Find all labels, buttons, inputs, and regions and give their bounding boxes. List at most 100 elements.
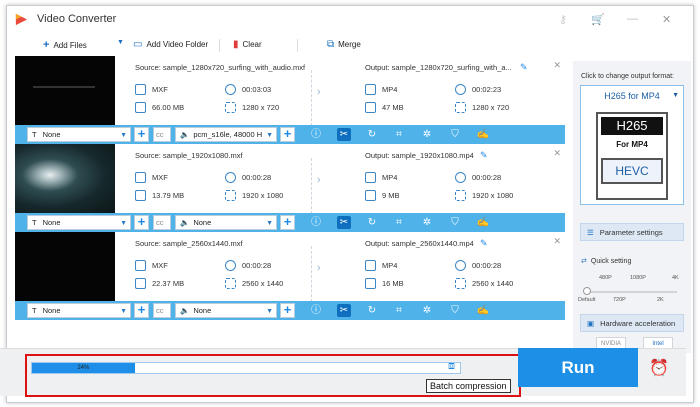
subtitle-select[interactable]: T None ▼ [27,303,131,318]
chevron-down-icon: ▼ [120,132,127,139]
subtitle-select[interactable]: T None ▼ [27,215,131,230]
edit-icon[interactable]: ✍ [476,128,490,141]
format-icon [365,260,376,271]
rotate-icon[interactable]: ↻ [365,128,379,141]
chevron-down-icon: ▼ [120,220,127,227]
storage-icon [365,102,376,113]
edit-icon[interactable]: ✍ [476,216,490,229]
cc-button[interactable]: cc [153,303,171,318]
edit-toolbar: T None ▼ + cc 🔈 None ▼ + ⓘ ✂ ↻ ⌗ ✲ ⛉ ✍ [15,213,565,232]
add-audio-button[interactable]: + [280,303,295,318]
format-card-container: For MP4 [616,140,648,149]
crop-icon[interactable]: ⌗ [392,216,406,229]
watermark-icon[interactable]: ⛉ [448,128,462,141]
source-filename: Source: sample_1920x1080.mxf [135,151,243,160]
clock-icon [225,260,236,271]
audio-select[interactable]: 🔈 pcm_s16le, 48000 H ▼ [175,127,277,142]
scissors-icon[interactable]: ✂ [337,216,351,229]
video-thumbnail[interactable] [15,56,115,125]
parameter-settings-button[interactable]: ☰ Parameter settings [580,223,684,241]
output-format-selector[interactable]: H265 for MP4 ▼ H265 For MP4 HEVC [580,85,684,205]
quality-slider-track[interactable] [585,291,677,293]
effects-icon[interactable]: ✲ [420,128,434,141]
cc-button[interactable]: cc [153,127,171,142]
crop-icon[interactable]: ⌗ [392,128,406,141]
source-duration: 00:00:28 [225,260,271,271]
edit-pencil-icon[interactable]: ✎ [480,150,488,161]
audio-select[interactable]: 🔈 None ▼ [175,303,277,318]
storage-icon [135,278,146,289]
info-icon[interactable]: ⓘ [309,216,323,229]
info-icon[interactable]: ⓘ [309,128,323,141]
file-row: Source: sample_1280x720_surfing_with_aud… [15,56,565,144]
add-subtitle-button[interactable]: + [134,127,149,142]
cart-icon[interactable]: 🛒 [591,13,605,26]
format-icon [135,172,146,183]
edit-pencil-icon[interactable]: ✎ [480,238,488,249]
add-video-folder-button[interactable]: ▭ Add Video Folder [133,39,208,50]
scissors-icon[interactable]: ✂ [337,128,351,141]
chevron-down-icon: ▼ [266,220,273,227]
key-icon[interactable]: ⚷ [559,13,567,26]
add-files-button[interactable]: + Add Files [43,39,87,51]
source-size: 13.79 MB [135,190,184,201]
file-list: Source: sample_1280x720_surfing_with_aud… [15,56,565,354]
remove-icon[interactable]: ✕ [553,60,561,71]
minimize-icon[interactable]: — [627,13,638,25]
watermark-icon[interactable]: ⛉ [448,304,462,317]
output-size: 16 MB [365,278,404,289]
info-icon[interactable]: ⓘ [309,304,323,317]
effects-icon[interactable]: ✲ [420,304,434,317]
video-thumbnail[interactable] [15,232,115,301]
source-format: MXF [135,172,168,183]
source-size: 66.00 MB [135,102,184,113]
divider [297,39,298,52]
output-filename: Output: sample_1280x720_surfing_with_a..… [365,63,512,72]
remove-icon[interactable]: ✕ [553,236,561,247]
edit-icon[interactable]: ✍ [476,304,490,317]
tick-default: Default [578,297,596,303]
scissors-icon[interactable]: ✂ [337,304,351,317]
remove-icon[interactable]: ✕ [553,148,561,159]
rotate-icon[interactable]: ↻ [365,304,379,317]
subtitle-select[interactable]: T None ▼ [27,127,131,142]
source-format: MXF [135,260,168,271]
app-logo-icon [15,13,28,26]
clear-button[interactable]: ▮ Clear [233,39,262,50]
format-card: H265 For MP4 HEVC [596,112,668,200]
resolution-icon [225,190,236,201]
output-resolution: 1920 x 1080 [455,190,513,201]
resolution-icon [455,278,466,289]
storage-icon [365,278,376,289]
audio-select[interactable]: 🔈 None ▼ [175,215,277,230]
alarm-clock-icon[interactable]: ⏰ [649,358,669,378]
add-audio-button[interactable]: + [280,127,295,142]
hardware-acceleration-button[interactable]: ▣ Hardware acceleration [580,314,684,332]
chip-icon: ▣ [587,318,595,328]
add-subtitle-button[interactable]: + [134,215,149,230]
add-audio-button[interactable]: + [280,215,295,230]
quality-slider-knob[interactable] [583,287,591,295]
text-icon: T [32,130,37,139]
watermark-icon[interactable]: ⛉ [448,216,462,229]
cc-button[interactable]: cc [153,215,171,230]
source-resolution: 2560 x 1440 [225,278,283,289]
add-subtitle-button[interactable]: + [134,303,149,318]
file-row: Source: sample_1920x1080.mxf Output: sam… [15,144,565,232]
file-row: Source: sample_2560x1440.mxf Output: sam… [15,232,565,320]
crop-icon[interactable]: ⌗ [392,304,406,317]
close-icon[interactable]: ✕ [662,13,671,26]
video-thumbnail[interactable] [15,144,115,213]
output-filename: Output: sample_2560x1440.mp4 [365,239,474,248]
effects-icon[interactable]: ✲ [420,216,434,229]
output-format: MP4 [365,84,397,95]
run-button[interactable]: Run [518,348,638,387]
edit-pencil-icon[interactable]: ✎ [520,62,528,73]
rotate-icon[interactable]: ↻ [365,216,379,229]
clock-icon [225,84,236,95]
edit-toolbar: T None ▼ + cc 🔈 None ▼ + ⓘ ✂ ↻ ⌗ ✲ ⛉ ✍ [15,301,565,320]
format-icon [135,84,146,95]
add-files-dropdown[interactable]: ▼ [117,39,124,46]
format-icon [365,172,376,183]
merge-button[interactable]: ⧉ Merge [327,39,361,50]
